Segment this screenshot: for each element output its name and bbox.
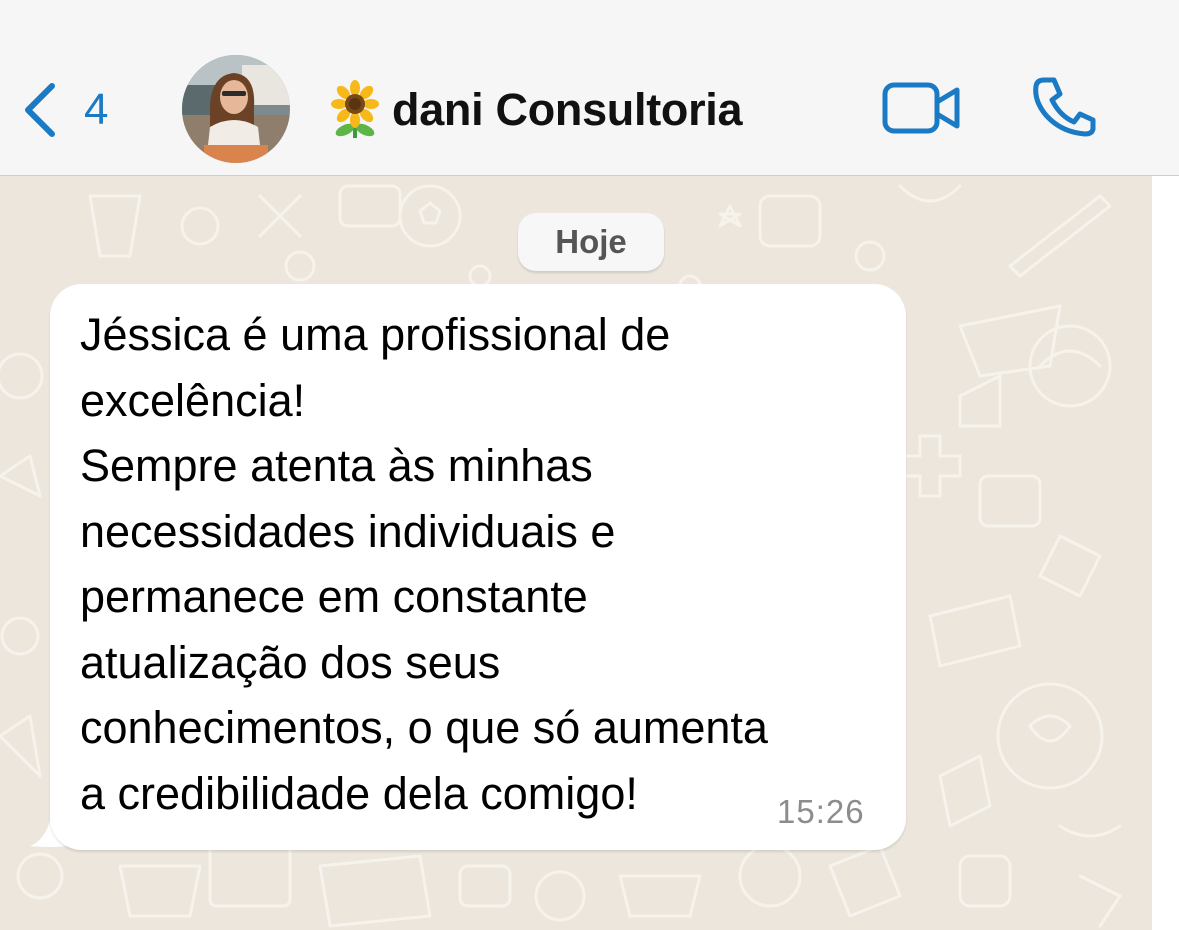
date-separator: Hoje xyxy=(518,213,664,271)
back-button[interactable]: 4 xyxy=(22,78,108,142)
video-camera-icon xyxy=(882,82,960,134)
message-timestamp: 15:26 xyxy=(777,793,865,830)
avatar[interactable] xyxy=(182,55,290,163)
sunflower-icon xyxy=(331,80,379,138)
message-text: Jéssica é uma profissional de excelência… xyxy=(80,309,768,819)
chevron-left-icon xyxy=(25,83,55,137)
chat-header: 4 dani Consultoria xyxy=(0,0,1179,176)
phone-icon xyxy=(1033,77,1096,137)
video-call-button[interactable] xyxy=(882,82,962,139)
contact-name-label: dani Consultoria xyxy=(392,84,743,135)
voice-call-button[interactable] xyxy=(1030,74,1098,143)
contact-name[interactable]: dani Consultoria xyxy=(328,80,743,140)
chat-area[interactable]: Hoje Jéssica é uma profissional de excel… xyxy=(0,176,1152,930)
unread-count: 4 xyxy=(84,85,109,134)
scrollbar-area xyxy=(1152,176,1179,930)
